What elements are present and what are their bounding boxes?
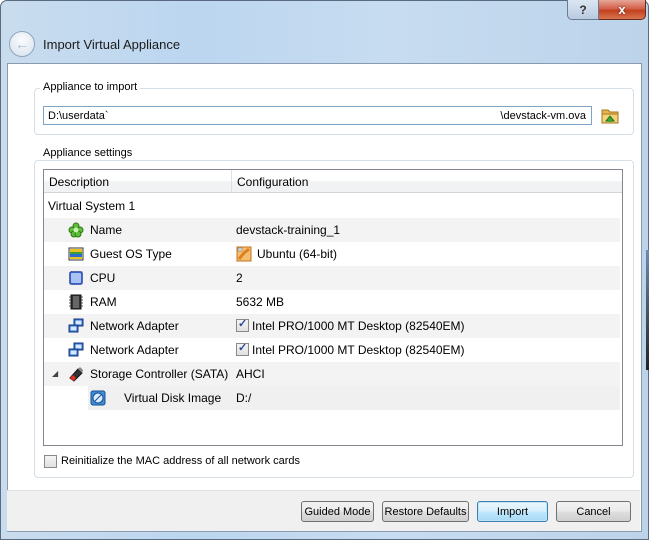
close-icon: x xyxy=(618,2,626,17)
help-icon: ? xyxy=(579,2,587,17)
restore-defaults-button[interactable]: Restore Defaults xyxy=(382,501,469,522)
column-header-configuration[interactable]: Configuration xyxy=(232,170,313,192)
close-button[interactable]: x xyxy=(599,0,646,20)
row-description: Network Adapter xyxy=(90,343,179,357)
row-configuration[interactable]: D:/ xyxy=(236,391,251,405)
tree-row-name[interactable]: Name devstack-training_1 xyxy=(44,218,620,242)
row-description: Name xyxy=(90,223,123,237)
reinitialize-mac-checkbox[interactable] xyxy=(44,455,57,468)
row-description: Storage Controller (SATA) xyxy=(90,367,229,381)
cpu-icon xyxy=(69,271,83,285)
storage-controller-icon xyxy=(69,367,83,382)
appliance-file-path-field[interactable]: D:\userdata` \devstack-vm.ova xyxy=(43,106,592,125)
ubuntu-icon xyxy=(236,246,252,262)
import-button[interactable]: Import xyxy=(477,501,548,522)
tree-row-network-adapter[interactable]: Network Adapter Intel PRO/1000 MT Deskto… xyxy=(44,314,620,338)
network-adapter-checkbox[interactable] xyxy=(236,317,249,332)
row-configuration[interactable]: AHCI xyxy=(236,367,265,381)
back-button[interactable]: ← xyxy=(9,31,35,57)
row-description: Virtual Disk Image xyxy=(124,391,222,405)
guided-mode-button[interactable]: Guided Mode xyxy=(301,501,374,522)
network-adapter-checkbox[interactable] xyxy=(236,341,249,356)
row-configuration[interactable]: Intel PRO/1000 MT Desktop (82540EM) xyxy=(236,341,465,357)
network-adapter-icon xyxy=(68,342,84,357)
appliance-settings-tree[interactable]: Description Configuration Virtual System… xyxy=(43,169,623,446)
tree-row-virtual-system[interactable]: Virtual System 1 xyxy=(44,194,620,218)
name-icon xyxy=(68,222,84,238)
column-header-description[interactable]: Description xyxy=(44,170,232,192)
expand-collapse-icon[interactable]: ◢ xyxy=(52,369,58,378)
cancel-button[interactable]: Cancel xyxy=(556,501,631,522)
network-adapter-type: Intel PRO/1000 MT Desktop (82540EM) xyxy=(252,343,465,357)
folder-open-icon xyxy=(601,109,619,124)
tree-row-guest-os-type[interactable]: Guest OS Type Ubuntu (64-bit) xyxy=(44,242,620,266)
network-adapter-icon xyxy=(68,318,84,333)
ram-icon xyxy=(69,294,83,310)
path-filename: \devstack-vm.ova xyxy=(500,110,586,122)
tree-row-virtual-disk-image[interactable]: Virtual Disk Image D:/ xyxy=(88,386,620,410)
row-description: Guest OS Type xyxy=(90,247,172,261)
tree-row-cpu[interactable]: CPU 2 xyxy=(44,266,620,290)
row-description: Virtual System 1 xyxy=(48,199,136,213)
disk-image-icon xyxy=(90,390,106,406)
row-configuration[interactable]: Ubuntu (64-bit) xyxy=(257,247,337,261)
row-configuration[interactable]: devstack-training_1 xyxy=(236,223,340,237)
path-prefix: D:\userdata` xyxy=(48,110,109,122)
network-adapter-type: Intel PRO/1000 MT Desktop (82540EM) xyxy=(252,319,465,333)
appliance-to-import-label: Appliance to import xyxy=(40,81,141,93)
browse-file-button[interactable] xyxy=(600,106,620,125)
row-configuration[interactable]: 5632 MB xyxy=(236,295,284,309)
row-configuration[interactable]: 2 xyxy=(236,271,243,285)
help-button[interactable]: ? xyxy=(567,0,599,20)
tree-row-storage-controller[interactable]: ◢ Storage Controller (SATA) AHCI xyxy=(44,362,620,386)
reinitialize-mac-label[interactable]: Reinitialize the MAC address of all netw… xyxy=(61,455,300,467)
back-arrow-icon: ← xyxy=(15,36,29,52)
row-description: Network Adapter xyxy=(90,319,179,333)
row-description: RAM xyxy=(90,295,117,309)
tree-header: Description Configuration xyxy=(44,170,622,193)
titlebar-buttons: ? x xyxy=(567,0,646,20)
row-description: CPU xyxy=(90,271,116,285)
tree-row-network-adapter[interactable]: Network Adapter Intel PRO/1000 MT Deskto… xyxy=(44,338,620,362)
appliance-settings-label: Appliance settings xyxy=(40,147,136,159)
os-type-icon xyxy=(68,247,84,261)
tree-row-ram[interactable]: RAM 5632 MB xyxy=(44,290,620,314)
row-configuration[interactable]: Intel PRO/1000 MT Desktop (82540EM) xyxy=(236,317,465,333)
dialog-title: Import Virtual Appliance xyxy=(43,37,181,52)
